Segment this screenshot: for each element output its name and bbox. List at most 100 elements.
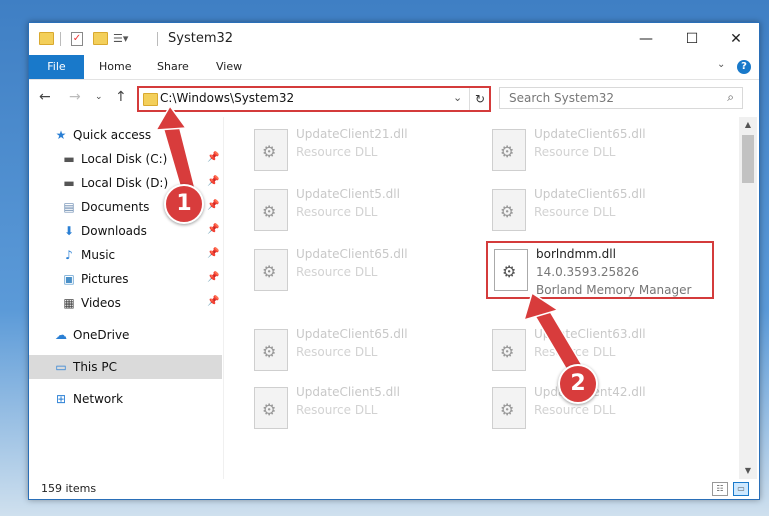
minimize-button[interactable]: —: [623, 23, 669, 55]
maximize-button[interactable]: ☐: [669, 23, 715, 55]
file-item[interactable]: UpdateClient65.dll Resource DLL: [248, 243, 478, 295]
dll-file-icon: [492, 189, 526, 231]
sidebar-item-this-pc[interactable]: ▭ This PC: [29, 355, 222, 379]
dll-file-icon: [254, 129, 288, 171]
new-folder-icon[interactable]: [93, 32, 108, 45]
sidebar-item-label: OneDrive: [73, 328, 130, 342]
file-item-borlndmm[interactable]: borlndmm.dll 14.0.3593.25826 Borland Mem…: [486, 241, 714, 299]
file-item[interactable]: UpdateClient63.dll Resource DLL: [486, 323, 716, 375]
refresh-icon[interactable]: ↻: [469, 88, 490, 110]
tab-share[interactable]: Share: [157, 55, 189, 79]
computer-icon: ▭: [55, 360, 67, 374]
details-view-icon[interactable]: ☷: [712, 482, 728, 496]
file-description: Resource DLL: [534, 145, 616, 159]
dll-file-icon: [254, 329, 288, 371]
sidebar-item-downloads[interactable]: ⬇ Downloads 📌: [29, 219, 222, 243]
dll-file-icon: [254, 189, 288, 231]
cloud-icon: ☁: [55, 328, 67, 342]
help-icon[interactable]: ?: [737, 60, 751, 74]
file-name: borlndmm.dll: [536, 247, 616, 261]
file-item[interactable]: UpdateClient42.dll Resource DLL: [486, 381, 716, 433]
sidebar-item-label: Quick access: [73, 128, 152, 142]
search-icon[interactable]: ⌕: [727, 90, 734, 105]
tab-file[interactable]: File: [29, 55, 84, 79]
divider: [60, 32, 61, 46]
customize-toolbar-icon[interactable]: ☰▾: [113, 32, 128, 46]
sidebar-item-videos[interactable]: ▦ Videos 📌: [29, 291, 222, 315]
search-input[interactable]: Search System32 ⌕: [499, 87, 743, 109]
sidebar-item-label: Local Disk (C:): [81, 152, 168, 166]
tab-view[interactable]: View: [216, 55, 242, 79]
file-manufacturer: Borland Memory Manager: [536, 283, 692, 297]
file-description: Resource DLL: [296, 205, 378, 219]
pin-icon[interactable]: 📌: [207, 176, 219, 187]
dll-file-icon: [492, 129, 526, 171]
pin-icon[interactable]: 📌: [207, 224, 219, 235]
recent-locations-icon[interactable]: ⌄: [95, 92, 103, 102]
properties-icon[interactable]: ✓: [71, 32, 83, 46]
drive-icon: ▬: [63, 176, 75, 190]
file-list: UpdateClient21.dll Resource DLL UpdateCl…: [223, 117, 740, 479]
item-count: 159 items: [41, 482, 97, 495]
pin-icon[interactable]: 📌: [207, 152, 219, 163]
file-item[interactable]: UpdateClient65.dll Resource DLL: [486, 123, 716, 175]
chevron-down-icon[interactable]: ⌄: [453, 91, 462, 104]
forward-arrow-icon[interactable]: →: [69, 89, 81, 105]
scroll-up-icon[interactable]: ▲: [739, 117, 757, 133]
sidebar-item-network[interactable]: ⊞ Network: [29, 387, 222, 411]
sidebar-item-onedrive[interactable]: ☁ OneDrive: [29, 323, 222, 347]
back-arrow-icon[interactable]: ←: [39, 89, 51, 105]
file-name: UpdateClient65.dll: [534, 187, 646, 201]
folder-icon[interactable]: [39, 32, 54, 45]
file-item[interactable]: UpdateClient5.dll Resource DLL: [248, 381, 478, 433]
sidebar-item-quick-access[interactable]: ★ Quick access: [29, 123, 222, 147]
pin-icon[interactable]: 📌: [207, 200, 219, 211]
file-explorer-window: ✓ ☰▾ System32 — ☐ ✕ File Home Share View…: [28, 22, 760, 500]
file-item[interactable]: UpdateClient65.dll Resource DLL: [486, 183, 716, 235]
download-icon: ⬇: [63, 224, 75, 238]
file-item[interactable]: UpdateClient65.dll Resource DLL: [248, 323, 478, 375]
file-name: UpdateClient63.dll: [534, 327, 646, 341]
pictures-icon: ▣: [63, 272, 75, 286]
window-title: System32: [168, 31, 234, 46]
address-path[interactable]: C:\Windows\System32: [160, 91, 294, 105]
sidebar-item-label: Network: [73, 392, 124, 406]
dll-file-icon: [492, 387, 526, 429]
folder-icon: [143, 93, 158, 106]
sidebar-item-label: Local Disk (D:): [81, 176, 169, 190]
sidebar-item-pictures[interactable]: ▣ Pictures 📌: [29, 267, 222, 291]
pin-icon[interactable]: 📌: [207, 272, 219, 283]
status-bar: 159 items ☷ ▭: [29, 479, 759, 499]
sidebar-item-local-disk-c[interactable]: ▬ Local Disk (C:) 📌: [29, 147, 222, 171]
file-item[interactable]: UpdateClient21.dll Resource DLL: [248, 123, 478, 175]
file-description: Resource DLL: [534, 403, 616, 417]
tab-home[interactable]: Home: [99, 55, 131, 79]
file-item[interactable]: UpdateClient5.dll Resource DLL: [248, 183, 478, 235]
file-name: UpdateClient5.dll: [296, 385, 400, 399]
file-description: Resource DLL: [296, 265, 378, 279]
sidebar-item-label: Pictures: [81, 272, 129, 286]
pin-icon[interactable]: 📌: [207, 248, 219, 259]
address-bar[interactable]: C:\Windows\System32 ⌄ ↻: [137, 86, 491, 112]
close-button[interactable]: ✕: [713, 23, 759, 55]
navigation-bar: ← → ⌄ ↑ C:\Windows\System32 ⌄ ↻ Search S…: [29, 81, 759, 115]
pin-icon[interactable]: 📌: [207, 296, 219, 307]
file-name: UpdateClient65.dll: [296, 247, 408, 261]
sidebar-item-music[interactable]: ♪ Music 📌: [29, 243, 222, 267]
navigation-pane: ★ Quick access ▬ Local Disk (C:) 📌 ▬ Loc…: [29, 117, 222, 479]
up-arrow-icon[interactable]: ↑: [115, 89, 127, 105]
sidebar-item-label: This PC: [73, 360, 117, 374]
large-icons-view-icon[interactable]: ▭: [733, 482, 749, 496]
network-icon: ⊞: [55, 392, 67, 406]
scroll-down-icon[interactable]: ▼: [739, 463, 757, 479]
file-version: 14.0.3593.25826: [536, 265, 640, 279]
sidebar-item-label: Documents: [81, 200, 150, 214]
file-description: Resource DLL: [296, 403, 378, 417]
dll-file-icon: [492, 329, 526, 371]
chevron-down-icon[interactable]: ⌄: [717, 59, 725, 70]
file-name: UpdateClient21.dll: [296, 127, 408, 141]
step-marker-2: 2: [558, 364, 598, 404]
scroll-thumb[interactable]: [742, 135, 754, 183]
ribbon: File Home Share View ⌄ ?: [29, 55, 759, 80]
vertical-scrollbar[interactable]: ▲ ▼: [739, 117, 757, 479]
